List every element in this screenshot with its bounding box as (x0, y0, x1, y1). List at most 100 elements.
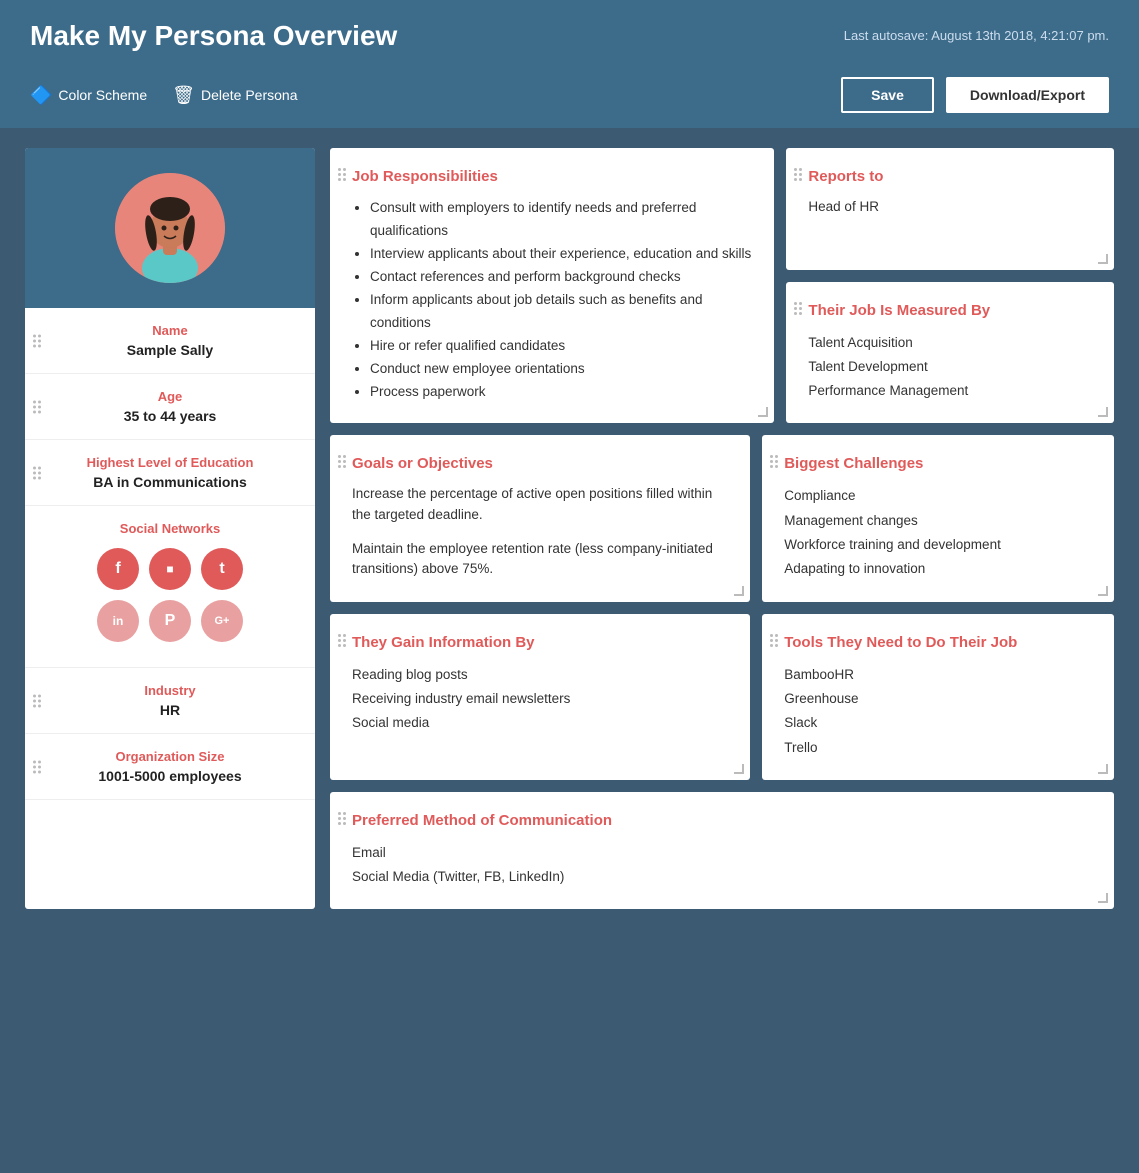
drag-handle[interactable] (770, 455, 778, 468)
tools-list: BambooHR Greenhouse Slack Trello (784, 663, 1092, 760)
list-item: Social Media (Twitter, FB, LinkedIn) (352, 865, 1092, 889)
color-scheme-button[interactable]: 🔷 Color Scheme (30, 85, 147, 106)
education-label: Highest Level of Education (45, 455, 295, 470)
sidebar: Name Sample Sally Age 35 to 44 years Hig… (25, 148, 315, 909)
tools-title: Tools They Need to Do Their Job (784, 634, 1092, 651)
drag-handle[interactable] (794, 302, 802, 315)
education-value: BA in Communications (45, 474, 295, 490)
color-scheme-icon: 🔷 (30, 85, 52, 106)
tools-card: Tools They Need to Do Their Job BambooHR… (762, 614, 1114, 780)
facebook-icon[interactable]: f (97, 548, 139, 590)
list-item: Conduct new employee orientations (370, 358, 752, 381)
job-responsibilities-list: Consult with employers to identify needs… (352, 197, 752, 403)
gain-information-title: They Gain Information By (352, 634, 728, 651)
drag-handle[interactable] (794, 168, 802, 181)
job-measured-card: Their Job Is Measured By Talent Acquisit… (786, 282, 1114, 424)
resize-handle[interactable] (734, 586, 744, 596)
cards-row-2: Goals or Objectives Increase the percent… (330, 435, 1114, 601)
list-item: Adapating to innovation (784, 557, 1092, 581)
age-label: Age (45, 389, 295, 404)
age-section: Age 35 to 44 years (25, 374, 315, 440)
header: Make My Persona Overview Last autosave: … (0, 0, 1139, 128)
gain-information-list: Reading blog posts Receiving industry em… (352, 663, 728, 736)
header-top: Make My Persona Overview Last autosave: … (30, 20, 1109, 67)
save-button[interactable]: Save (841, 77, 934, 113)
list-item: Performance Management (808, 379, 1092, 403)
drag-handle[interactable] (33, 694, 41, 707)
drag-handle[interactable] (338, 812, 346, 825)
page-title: Make My Persona Overview (30, 20, 397, 52)
cards-row-3: They Gain Information By Reading blog po… (330, 614, 1114, 780)
list-item: Consult with employers to identify needs… (370, 197, 752, 243)
twitter-icon[interactable]: t (201, 548, 243, 590)
resize-handle[interactable] (734, 764, 744, 774)
resize-handle[interactable] (1098, 407, 1108, 417)
resize-handle[interactable] (758, 407, 768, 417)
drag-handle[interactable] (338, 634, 346, 647)
list-item: Inform applicants about job details such… (370, 289, 752, 335)
list-item: Slack (784, 711, 1092, 735)
list-item: Contact references and perform backgroun… (370, 266, 752, 289)
cards-row-1: Job Responsibilities Consult with employ… (330, 148, 1114, 423)
goals-title: Goals or Objectives (352, 455, 728, 472)
resize-handle[interactable] (1098, 586, 1108, 596)
toolbar-left: 🔷 Color Scheme 🗑 Delete Persona (30, 85, 298, 106)
communication-card: Preferred Method of Communication Email … (330, 792, 1114, 910)
name-section: Name Sample Sally (25, 308, 315, 374)
list-item: Talent Acquisition (808, 331, 1092, 355)
delete-persona-label: Delete Persona (201, 87, 298, 103)
job-measured-title: Their Job Is Measured By (808, 302, 1092, 319)
industry-value: HR (45, 702, 295, 718)
linkedin-icon[interactable]: in (97, 600, 139, 642)
avatar-svg (115, 173, 225, 283)
industry-section: Industry HR (25, 668, 315, 734)
instagram-icon[interactable]: ■ (149, 548, 191, 590)
color-scheme-label: Color Scheme (58, 87, 147, 103)
challenges-title: Biggest Challenges (784, 455, 1092, 472)
avatar (115, 173, 225, 283)
toolbar-right: Save Download/Export (841, 77, 1109, 113)
drag-handle[interactable] (33, 400, 41, 413)
googleplus-icon[interactable]: G+ (201, 600, 243, 642)
delete-persona-button[interactable]: 🗑 Delete Persona (172, 85, 297, 106)
content-area: Job Responsibilities Consult with employ… (330, 148, 1114, 909)
main-content: Name Sample Sally Age 35 to 44 years Hig… (0, 128, 1139, 929)
download-button[interactable]: Download/Export (946, 77, 1109, 113)
list-item: Email (352, 841, 1092, 865)
challenges-list: Compliance Management changes Workforce … (784, 484, 1092, 581)
list-item: Management changes (784, 509, 1092, 533)
education-section: Highest Level of Education BA in Communi… (25, 440, 315, 506)
reports-to-value: Head of HR (808, 197, 1092, 217)
social-section: Social Networks f ■ t in P G+ (25, 506, 315, 668)
drag-handle[interactable] (338, 455, 346, 468)
challenges-card: Biggest Challenges Compliance Management… (762, 435, 1114, 601)
trash-icon: 🗑 (172, 85, 195, 106)
org-size-label: Organization Size (45, 749, 295, 764)
resize-handle[interactable] (1098, 764, 1108, 774)
list-item: Reading blog posts (352, 663, 728, 687)
drag-handle[interactable] (338, 168, 346, 181)
job-responsibilities-title: Job Responsibilities (352, 168, 752, 185)
drag-handle[interactable] (770, 634, 778, 647)
autosave-text: Last autosave: August 13th 2018, 4:21:07… (844, 20, 1109, 43)
social-label: Social Networks (45, 521, 295, 536)
reports-to-title: Reports to (808, 168, 1092, 185)
resize-handle[interactable] (1098, 254, 1108, 264)
job-responsibilities-card: Job Responsibilities Consult with employ… (330, 148, 774, 423)
pinterest-icon[interactable]: P (149, 600, 191, 642)
list-item: BambooHR (784, 663, 1092, 687)
name-value: Sample Sally (45, 342, 295, 358)
drag-handle[interactable] (33, 334, 41, 347)
communication-list: Email Social Media (Twitter, FB, LinkedI… (352, 841, 1092, 890)
drag-handle[interactable] (33, 760, 41, 773)
header-toolbar: 🔷 Color Scheme 🗑 Delete Persona Save Dow… (30, 67, 1109, 128)
list-item: Talent Development (808, 355, 1092, 379)
name-label: Name (45, 323, 295, 338)
list-item: Receiving industry email newsletters (352, 687, 728, 711)
list-item: Hire or refer qualified candidates (370, 335, 752, 358)
communication-title: Preferred Method of Communication (352, 812, 1092, 829)
list-item: Social media (352, 711, 728, 735)
drag-handle[interactable] (33, 466, 41, 479)
social-icons-row2: in P G+ (45, 600, 295, 642)
resize-handle[interactable] (1098, 893, 1108, 903)
